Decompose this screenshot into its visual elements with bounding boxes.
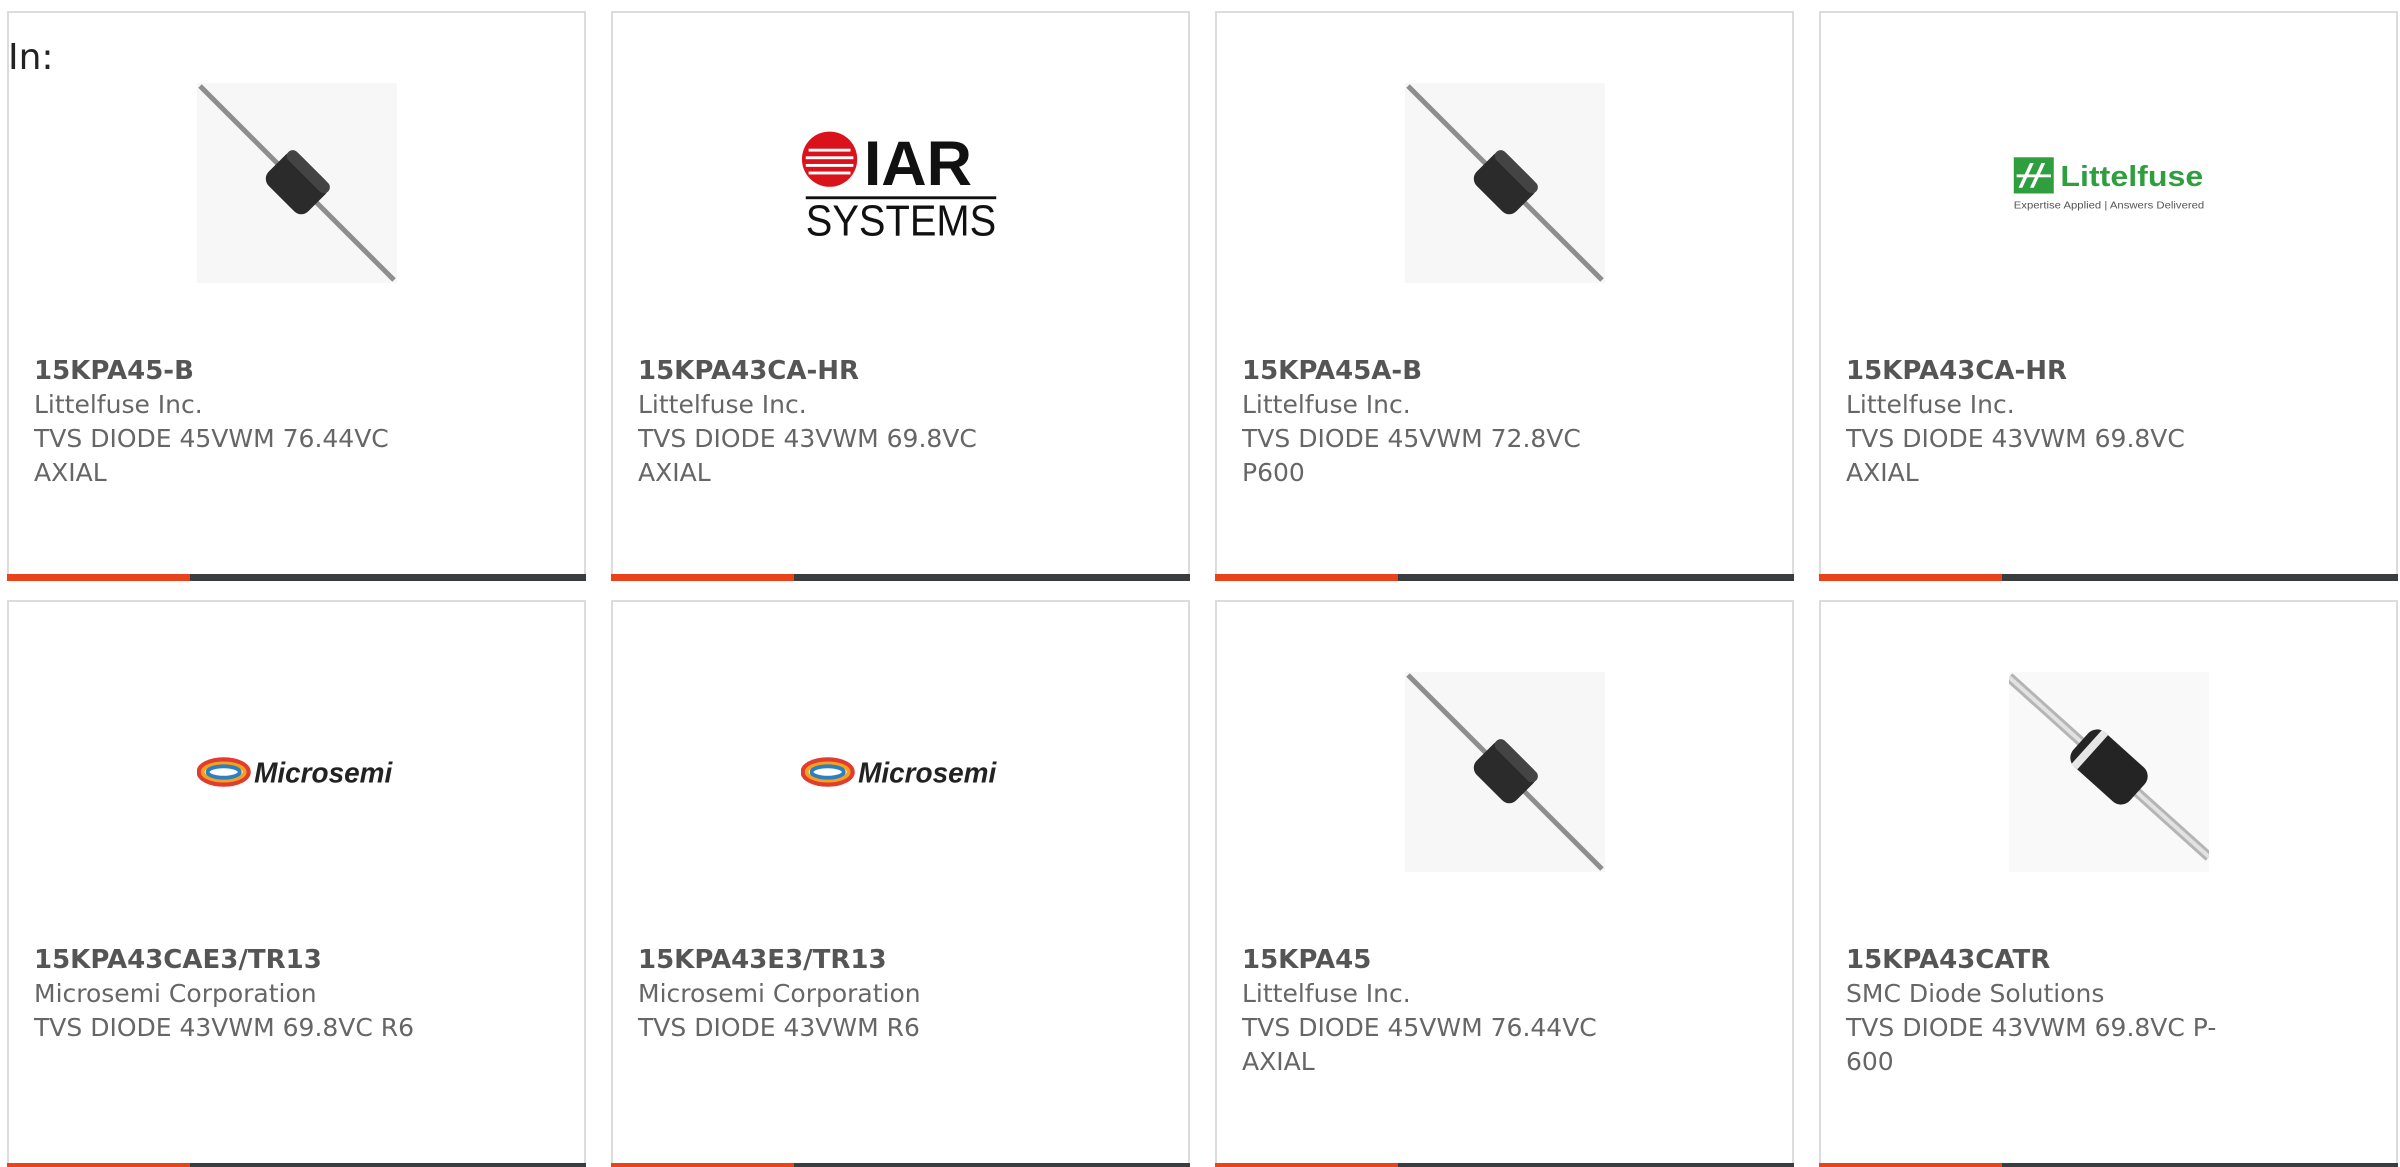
product-image[interactable]: Microsemi — [196, 672, 397, 872]
card-footer-bar — [1215, 574, 1794, 581]
in-label: In: — [8, 37, 54, 78]
product-image[interactable] — [1404, 672, 1605, 872]
axial-diode-banded-icon — [2008, 672, 2209, 872]
card-footer-bar — [1819, 1163, 2398, 1167]
description-text: TVS DIODE 45VWM 76.44VC AXIAL — [1242, 1013, 1597, 1076]
manufacturer-text: SMC Diode Solutions — [1846, 979, 2105, 1008]
product-card[interactable]: 15KPA45A-B Littelfuse Inc. TVS DIODE 45V… — [1215, 11, 1794, 581]
accent-segment — [1819, 1163, 2002, 1167]
accent-segment — [1215, 574, 1398, 581]
card-footer-bar — [611, 1163, 1190, 1167]
accent-segment — [611, 574, 794, 581]
card-footer-bar — [1819, 574, 2398, 581]
product-image[interactable]: IAR SYSTEMS — [801, 83, 1001, 283]
accent-segment — [611, 1163, 794, 1167]
part-number-link[interactable]: 15KPA45A-B — [1242, 354, 1767, 388]
product-card[interactable]: Littelfuse Expertise Applied | Answers D… — [1819, 11, 2398, 581]
axial-diode-icon — [1404, 83, 1605, 283]
product-image[interactable]: Microsemi — [800, 672, 1001, 872]
product-card[interactable]: 15KPA45 Littelfuse Inc. TVS DIODE 45VWM … — [1215, 600, 1794, 1167]
manufacturer-text: Littelfuse Inc. — [1846, 390, 2015, 419]
description-text: TVS DIODE 45VWM 76.44VC AXIAL — [34, 424, 389, 487]
product-image[interactable] — [1404, 83, 1605, 283]
part-number-link[interactable]: 15KPA43CA-HR — [1846, 354, 2371, 388]
accent-segment — [7, 1163, 190, 1167]
axial-diode-icon — [1404, 672, 1605, 872]
product-card[interactable]: IAR SYSTEMS 15KPA43CA-HR Littelfuse Inc.… — [611, 11, 1190, 581]
microsemi-logo: Microsemi — [800, 757, 997, 789]
accent-segment — [1215, 1163, 1398, 1167]
description-text: TVS DIODE 43VWM 69.8VC AXIAL — [638, 424, 977, 487]
microsemi-logo-text: Microsemi — [858, 757, 997, 789]
product-card[interactable]: 15KPA43CATR SMC Diode Solutions TVS DIOD… — [1819, 600, 2398, 1167]
axial-diode-icon — [196, 83, 397, 283]
microsemi-logo: Microsemi — [196, 757, 393, 789]
littelfuse-logo: Littelfuse Expertise Applied | Answers D… — [2013, 157, 2204, 212]
product-image[interactable]: Littelfuse Expertise Applied | Answers D… — [2009, 83, 2209, 283]
iar-systems-logo: IAR SYSTEMS — [801, 129, 996, 245]
littelfuse-logo-text: Littelfuse — [2060, 161, 2203, 193]
part-number-link[interactable]: 15KPA43CATR — [1846, 943, 2371, 977]
description-text: TVS DIODE 45VWM 72.8VC P600 — [1242, 424, 1581, 487]
part-number-link[interactable]: 15KPA43E3/TR13 — [638, 943, 1163, 977]
card-footer-bar — [611, 574, 1190, 581]
product-grid-page: In: 15KPA45-B Littelfuse Inc. TVS DIODE … — [0, 0, 2400, 1167]
manufacturer-text: Littelfuse Inc. — [1242, 979, 1411, 1008]
product-image[interactable] — [196, 83, 397, 283]
accent-segment — [7, 574, 190, 581]
part-number-link[interactable]: 15KPA45 — [1242, 943, 1767, 977]
manufacturer-text: Littelfuse Inc. — [34, 390, 203, 419]
manufacturer-text: Littelfuse Inc. — [1242, 390, 1411, 419]
product-card[interactable]: Microsemi 15KPA43E3/TR13 Microsemi Corpo… — [611, 600, 1190, 1167]
systems-logo-text: SYSTEMS — [805, 196, 995, 245]
description-text: TVS DIODE 43VWM 69.8VC AXIAL — [1846, 424, 2185, 487]
littelfuse-tagline: Expertise Applied | Answers Delivered — [2013, 201, 2204, 212]
card-footer-bar — [7, 1163, 586, 1167]
iar-logo-text: IAR — [863, 129, 971, 199]
product-card[interactable]: Microsemi 15KPA43CAE3/TR13 Microsemi Cor… — [7, 600, 586, 1167]
card-footer-bar — [7, 574, 586, 581]
description-text: TVS DIODE 43VWM 69.8VC P-600 — [1846, 1013, 2217, 1076]
microsemi-logo-text: Microsemi — [254, 757, 393, 789]
description-text: TVS DIODE 43VWM R6 — [638, 1013, 920, 1042]
part-number-link[interactable]: 15KPA45-B — [34, 354, 559, 388]
manufacturer-text: Littelfuse Inc. — [638, 390, 807, 419]
manufacturer-text: Microsemi Corporation — [34, 979, 317, 1008]
product-image[interactable] — [2008, 672, 2209, 872]
product-card[interactable]: 15KPA45-B Littelfuse Inc. TVS DIODE 45VW… — [7, 11, 586, 581]
part-number-link[interactable]: 15KPA43CA-HR — [638, 354, 1163, 388]
accent-segment — [1819, 574, 2002, 581]
manufacturer-text: Microsemi Corporation — [638, 979, 921, 1008]
card-footer-bar — [1215, 1163, 1794, 1167]
description-text: TVS DIODE 43VWM 69.8VC R6 — [34, 1013, 415, 1042]
part-number-link[interactable]: 15KPA43CAE3/TR13 — [34, 943, 559, 977]
